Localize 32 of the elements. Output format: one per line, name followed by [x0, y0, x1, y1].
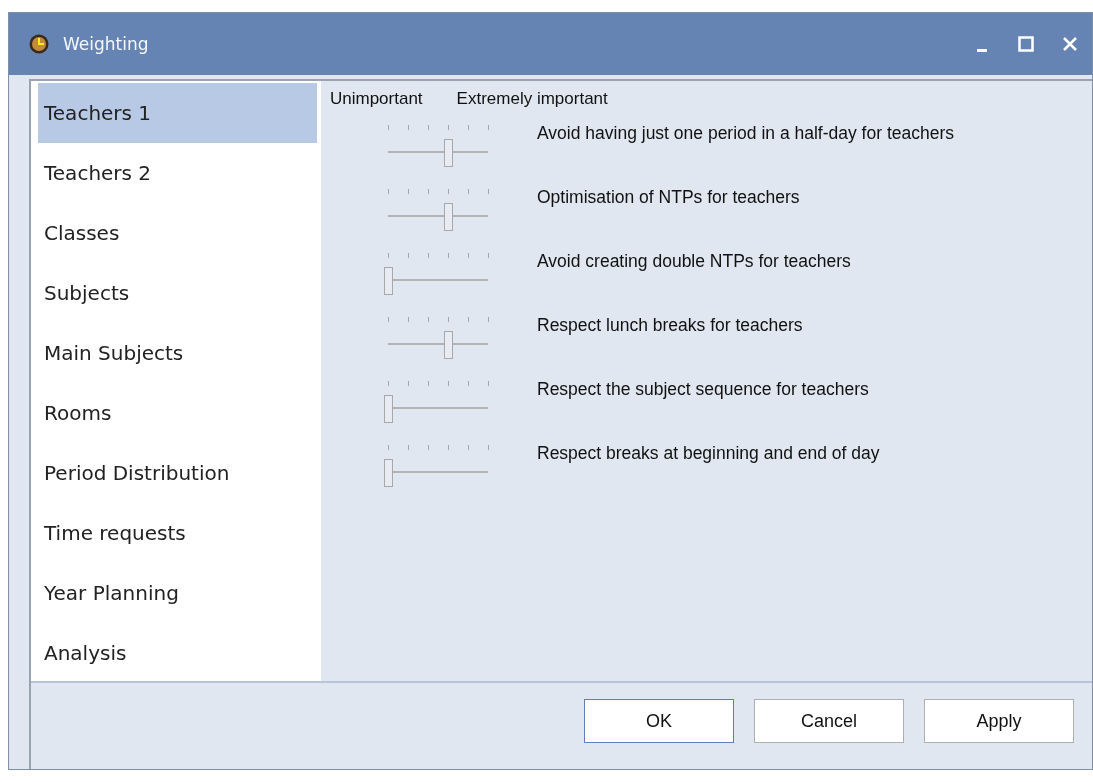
minimize-icon [977, 48, 987, 52]
maximize-icon [1018, 36, 1034, 52]
weight-label: Respect the subject sequence for teachers [537, 379, 869, 400]
category-item[interactable]: Rooms [38, 383, 317, 443]
weight-label: Avoid creating double NTPs for teachers [537, 251, 851, 272]
category-item[interactable]: Time requests [38, 503, 317, 563]
category-item[interactable]: Classes [38, 203, 317, 263]
category-item[interactable]: Teachers 2 [38, 143, 317, 203]
dialog-button[interactable]: Apply [924, 699, 1074, 743]
weight-label: Respect lunch breaks for teachers [537, 315, 803, 336]
close-icon [1063, 37, 1077, 51]
slider-thumb[interactable] [383, 459, 393, 487]
slider-thumb[interactable] [443, 331, 453, 359]
dialog-button[interactable]: OK [584, 699, 734, 743]
slider-thumb[interactable] [443, 139, 453, 167]
window-title: Weighting [63, 34, 150, 54]
slider-thumb[interactable] [383, 267, 393, 295]
slider-thumb[interactable] [443, 203, 453, 231]
slider-thumb[interactable] [383, 395, 393, 423]
category-item[interactable]: Subjects [38, 263, 317, 323]
clock-icon [29, 34, 49, 54]
weight-label: Respect breaks at beginning and end of day [537, 443, 880, 464]
category-item[interactable]: Teachers 1 [38, 83, 317, 143]
weight-label: Optimisation of NTPs for teachers [537, 187, 800, 208]
scale-low-label: Unimportant [330, 89, 423, 109]
category-item[interactable]: Main Subjects [38, 323, 317, 383]
category-item[interactable]: Year Planning [38, 563, 317, 623]
weight-label: Avoid having just one period in a half-day for teachers [537, 123, 955, 144]
dialog-button[interactable]: Cancel [754, 699, 904, 743]
category-item[interactable]: Analysis [38, 623, 317, 683]
scale-high-label: Extremely important [456, 89, 608, 109]
category-item[interactable]: Period Distribution [38, 443, 317, 503]
